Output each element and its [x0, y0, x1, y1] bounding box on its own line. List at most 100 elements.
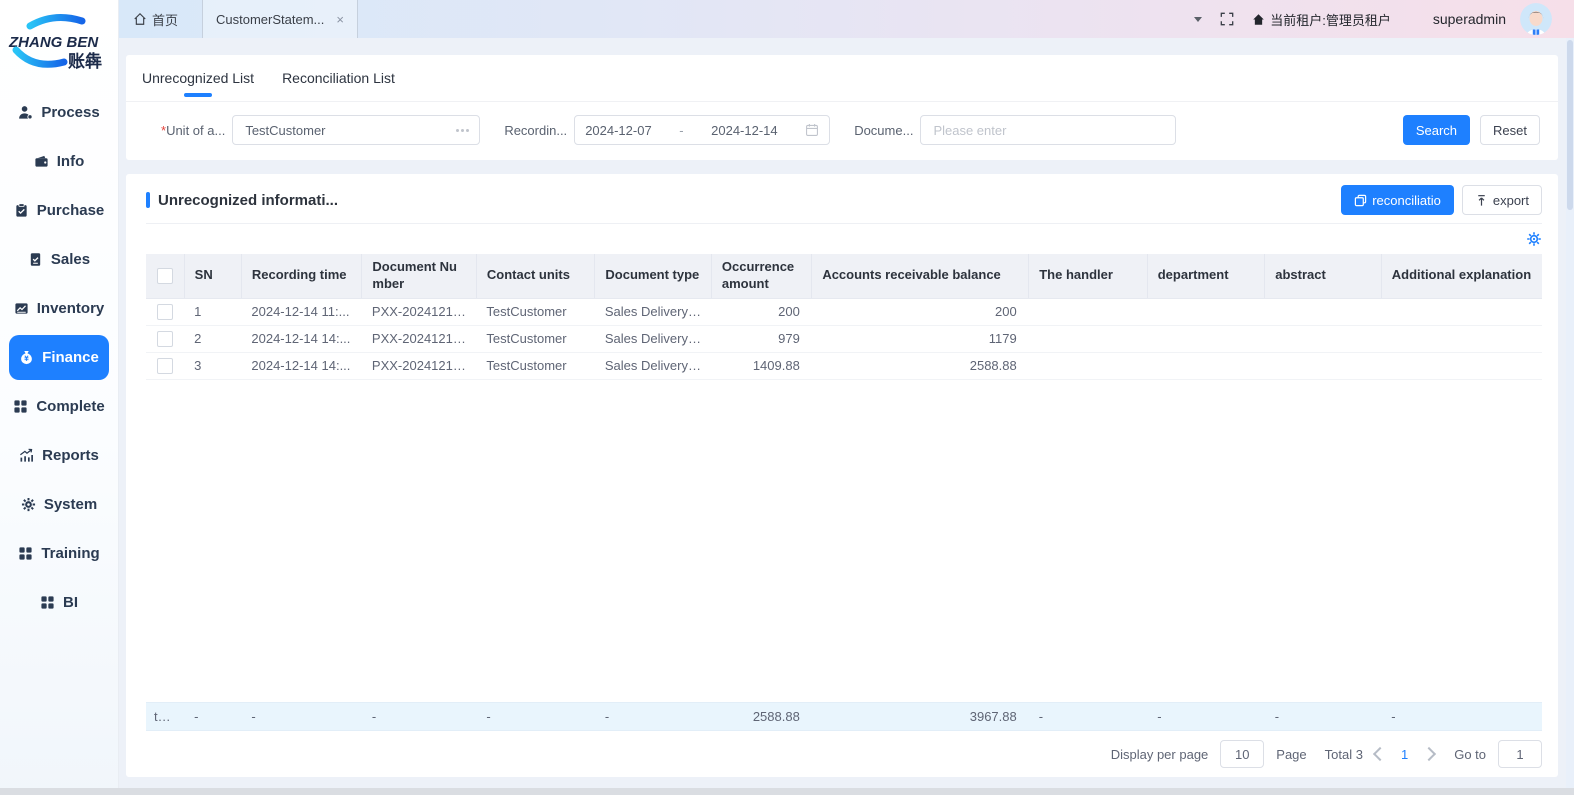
sidebar-item-system[interactable]: System: [0, 480, 118, 529]
date-from[interactable]: 2024-12-07: [585, 123, 652, 138]
export-button-label: export: [1493, 193, 1529, 208]
table-row: 3 2024-12-14 14:... PXX-20241214-... Tes…: [146, 352, 1542, 379]
breadcrumb-home-label: 首页: [152, 10, 178, 29]
sidebar-item-training[interactable]: Training: [0, 529, 118, 578]
tab-reconciliation-list[interactable]: Reconciliation List: [282, 55, 395, 101]
tenant-label: 当前租户:管理员租户: [1270, 10, 1391, 29]
more-icon[interactable]: [456, 129, 469, 132]
cell-department: [1147, 298, 1265, 325]
cell-recording-time: 2024-12-14 14:...: [241, 352, 362, 379]
table-panel: Unrecognized informati... reconciliatio …: [126, 174, 1558, 777]
reconciliation-button[interactable]: reconciliatio: [1341, 185, 1454, 215]
cell-contact-units: TestCustomer: [476, 325, 595, 352]
grid-icon: [13, 399, 28, 414]
tab-unrecognized-list[interactable]: Unrecognized List: [142, 55, 254, 101]
page-label: Page: [1276, 747, 1306, 762]
prev-page-icon[interactable]: [1373, 747, 1387, 761]
cell-balance: 2588.88: [812, 352, 1029, 379]
sidebar-item-complete[interactable]: Complete: [0, 382, 118, 431]
logo-graphic: ZHANG BEN 账犇: [6, 11, 112, 77]
vertical-scrollbar-thumb[interactable]: [1567, 40, 1573, 210]
table-row: 2 2024-12-14 14:... PXX-20241214-... Tes…: [146, 325, 1542, 352]
column-settings-gear-icon[interactable]: [1526, 231, 1542, 247]
open-tab-customer-statement[interactable]: CustomerStatem... ×: [202, 0, 358, 38]
date-to[interactable]: 2024-12-14: [711, 123, 778, 138]
cell-document-number: PXX-20241214-...: [362, 352, 476, 379]
filter-bar: *Unit of a... Recordin... 2024-12-07 - 2…: [126, 102, 1558, 160]
total-table: total - - - - - 2588.88 3967.88 - - - -: [146, 702, 1542, 731]
chevron-down-icon[interactable]: [1194, 17, 1202, 22]
reset-button[interactable]: Reset: [1480, 115, 1540, 145]
avatar[interactable]: [1520, 3, 1552, 35]
cell-document-type: Sales Delivery List: [595, 325, 712, 352]
sidebar-item-label: Complete: [36, 398, 104, 415]
sidebar-item-reports[interactable]: Reports: [0, 431, 118, 480]
sidebar-item-label: Finance: [42, 349, 99, 366]
total-row: total - - - - - 2588.88 3967.88 - - - -: [146, 703, 1542, 731]
sidebar-item-inventory[interactable]: Inventory: [0, 284, 118, 333]
vertical-scrollbar[interactable]: [1566, 38, 1574, 788]
fullscreen-icon[interactable]: [1220, 12, 1234, 26]
breadcrumb-home[interactable]: 首页: [133, 10, 178, 29]
sidebar-item-info[interactable]: Info: [0, 137, 118, 186]
sidebar-item-label: Inventory: [37, 300, 105, 317]
date-range-picker[interactable]: 2024-12-07 - 2024-12-14: [574, 115, 830, 145]
unit-select-input[interactable]: [243, 122, 450, 139]
total-dash: -: [1265, 703, 1382, 731]
sidebar-item-process[interactable]: Process: [0, 88, 118, 137]
data-table: SN Recording time Document Number Contac…: [146, 254, 1542, 380]
document-filter-label: Docume...: [854, 123, 913, 138]
total-dash: -: [1029, 703, 1148, 731]
export-button[interactable]: export: [1462, 185, 1542, 215]
sidebar-item-label: Sales: [51, 251, 90, 268]
goto-input[interactable]: [1498, 740, 1542, 768]
document-input[interactable]: [931, 122, 1165, 139]
close-icon[interactable]: ×: [336, 12, 344, 27]
row-checkbox[interactable]: [157, 304, 173, 320]
grid-icon: [40, 595, 55, 610]
horizontal-scrollbar[interactable]: [0, 788, 1574, 795]
cell-document-number: PXX-20241214-...: [362, 325, 476, 352]
col-header-occurrence-amount: Occurrence amount: [711, 254, 811, 298]
cell-handler: [1029, 325, 1148, 352]
next-page-icon[interactable]: [1422, 747, 1436, 761]
tabstrip: Unrecognized List Reconciliation List: [126, 55, 1558, 102]
document-check-icon: [28, 252, 43, 267]
content: Unrecognized List Reconciliation List *U…: [119, 38, 1574, 795]
trend-chart-icon: [19, 448, 34, 463]
total-dash: -: [1147, 703, 1265, 731]
cell-additional: [1381, 325, 1542, 352]
col-header-handler: The handler: [1029, 254, 1148, 298]
sidebar-item-purchase[interactable]: Purchase: [0, 186, 118, 235]
cell-occurrence-amount: 979: [711, 325, 811, 352]
sidebar-item-label: Info: [57, 153, 85, 170]
row-checkbox[interactable]: [157, 358, 173, 374]
page-size-input[interactable]: [1220, 740, 1264, 768]
username[interactable]: superadmin: [1433, 11, 1506, 27]
table-row: 1 2024-12-14 11:... PXX-20241214-... Tes…: [146, 298, 1542, 325]
gear-icon: [21, 497, 36, 512]
wallet-icon: [34, 154, 49, 169]
unit-select[interactable]: [232, 115, 480, 145]
col-header-additional: Additional explanation: [1381, 254, 1542, 298]
cell-document-type: Sales Delivery List: [595, 352, 712, 379]
person-gear-icon: [18, 105, 33, 120]
sidebar-item-label: Purchase: [37, 202, 105, 219]
row-checkbox[interactable]: [157, 331, 173, 347]
sidebar-item-sales[interactable]: Sales: [0, 235, 118, 284]
cell-contact-units: TestCustomer: [476, 298, 595, 325]
select-all-checkbox[interactable]: [157, 268, 173, 284]
money-bag-icon: [19, 350, 34, 365]
search-button[interactable]: Search: [1403, 115, 1470, 145]
cell-occurrence-amount: 200: [711, 298, 811, 325]
chart-line-icon: [14, 301, 29, 316]
page-number-1[interactable]: 1: [1397, 747, 1412, 762]
filter-actions: Search Reset: [1403, 115, 1540, 145]
tenant-indicator[interactable]: 当前租户:管理员租户: [1252, 10, 1391, 29]
sidebar-item-bi[interactable]: BI: [0, 578, 118, 627]
home-filled-icon: [1252, 13, 1265, 26]
col-header-contact-units: Contact units: [476, 254, 595, 298]
total-occurrence-amount: 2588.88: [711, 703, 811, 731]
sidebar-item-finance[interactable]: Finance: [9, 335, 109, 380]
clipboard-check-icon: [14, 203, 29, 218]
